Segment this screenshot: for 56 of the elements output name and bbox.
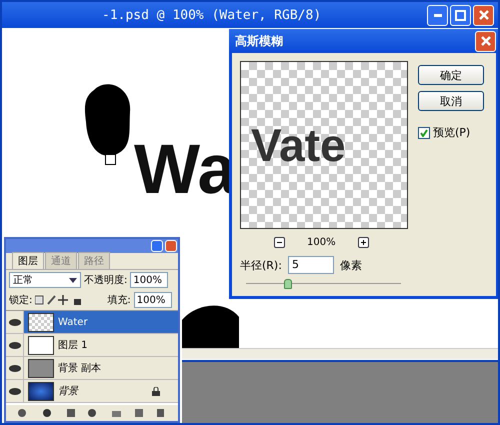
minimize-button[interactable] — [151, 240, 163, 252]
eye-icon[interactable] — [8, 364, 20, 372]
layer-thumbnail — [28, 336, 54, 354]
close-icon — [478, 10, 488, 20]
lock-label: 锁定: — [9, 294, 32, 307]
layer-row[interactable]: 背景 — [6, 380, 178, 403]
maximize-button[interactable] — [450, 4, 471, 26]
window-title: -1.psd @ 100% (Water, RGB/8) — [102, 8, 322, 22]
zoom-in-button[interactable] — [358, 237, 369, 248]
minimize-button[interactable] — [427, 4, 448, 26]
ok-button[interactable]: 确定 — [418, 65, 484, 85]
blurred-canvas-text: Wa — [134, 134, 236, 204]
opacity-field[interactable]: 100% — [130, 272, 168, 288]
check-icon — [420, 128, 428, 136]
layer-row[interactable]: Water — [6, 311, 178, 334]
layer-name: Water — [58, 316, 89, 328]
layer-name: 图层 1 — [58, 339, 89, 352]
horizontal-scrollbar[interactable] — [182, 348, 498, 359]
layer-row[interactable]: 背景 副本 — [6, 357, 178, 380]
layer-name: 背景 — [58, 384, 80, 398]
maximize-icon — [455, 10, 466, 20]
eye-icon[interactable] — [8, 318, 20, 326]
zoom-level: 100% — [307, 237, 336, 248]
fill-label: 填充: — [107, 294, 131, 307]
dialog-title: 高斯模糊 — [235, 32, 283, 50]
layer-row[interactable]: 图层 1 — [6, 334, 178, 357]
dropdown-arrow-icon — [69, 278, 77, 282]
eye-icon[interactable] — [8, 388, 20, 394]
preview-checkbox[interactable] — [418, 126, 430, 138]
eye-icon[interactable] — [8, 342, 20, 348]
panel-toolbar-icons[interactable] — [17, 408, 167, 418]
close-button[interactable] — [165, 240, 177, 252]
layer-thumbnail — [28, 358, 54, 378]
minimize-icon — [434, 14, 442, 16]
layer-thumbnail — [28, 382, 54, 400]
slider-thumb[interactable] — [284, 279, 292, 289]
layer-name: 背景 副本 — [58, 362, 102, 375]
close-button[interactable] — [473, 4, 494, 26]
fill-field[interactable]: 100% — [134, 292, 172, 308]
checkbox-label: 预览(P) — [433, 125, 470, 140]
close-icon — [480, 36, 490, 46]
cancel-button[interactable]: 取消 — [418, 91, 484, 111]
radius-label: 半径(R): — [240, 258, 282, 272]
layer-thumbnail — [28, 312, 54, 332]
blend-mode-dropdown[interactable]: 正常 — [9, 272, 81, 288]
panel-tab[interactable]: 图层 — [12, 252, 44, 269]
preview-text: Vate — [251, 122, 346, 168]
lock-icons[interactable] — [35, 295, 84, 305]
opacity-label: 不透明度: — [84, 274, 128, 287]
minus-icon — [277, 242, 282, 243]
plus-icon — [360, 240, 366, 245]
zoom-out-button[interactable] — [274, 237, 285, 248]
radius-field[interactable]: 5 — [288, 256, 334, 274]
close-button[interactable] — [475, 30, 496, 52]
anchor-handle — [105, 154, 116, 165]
unit-label: 像素 — [340, 258, 362, 272]
